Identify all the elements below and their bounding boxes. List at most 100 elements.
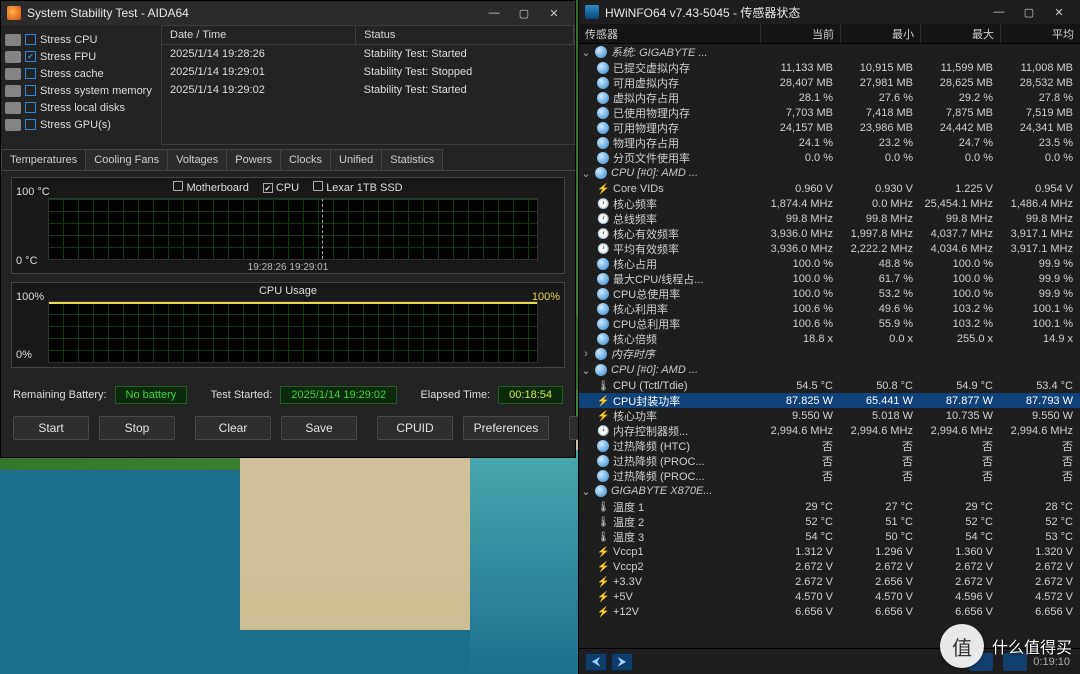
sensor-group[interactable]: ⌄ CPU [#0]: AMD ... [579,165,1080,181]
sensor-row[interactable]: 虚拟内存占用 28.1 % 27.6 % 29.2 % 27.8 % [579,90,1080,105]
checkbox[interactable] [25,51,36,62]
sensor-row[interactable]: 温度 2 52 °C 51 °C 52 °C 52 °C [579,514,1080,529]
caret-down-icon[interactable]: ⌄ [581,485,591,498]
checkbox[interactable] [263,183,273,193]
minimize-button[interactable]: — [479,3,509,23]
hw-col-avg[interactable]: 平均 [1001,24,1080,43]
hw-col-min[interactable]: 最小 [841,24,921,43]
sensor-row[interactable]: 核心利用率 100.6 % 49.6 % 103.2 % 100.1 % [579,301,1080,316]
log-col-datetime[interactable]: Date / Time [162,26,356,45]
maximize-button[interactable]: ▢ [509,3,539,23]
stop-button[interactable]: Stop [99,416,175,440]
checkbox[interactable] [313,181,323,191]
log-row[interactable]: 2025/1/14 19:29:01 Stability Test: Stopp… [162,63,574,81]
checkbox[interactable] [25,85,36,96]
save-button[interactable]: Save [281,416,357,440]
legend-item[interactable]: CPU [263,182,299,194]
caret-down-icon[interactable]: ⌄ [581,167,591,180]
sensor-row[interactable]: 核心倍频 18.8 x 0.0 x 255.0 x 14.9 x [579,331,1080,346]
hw-close-window-button[interactable]: ✕ [1044,2,1074,22]
tab-voltages[interactable]: Voltages [167,149,227,170]
tab-statistics[interactable]: Statistics [381,149,443,170]
legend-item[interactable]: Motherboard [173,181,248,194]
log-col-status[interactable]: Status [356,26,574,45]
sensor-row[interactable]: 内存控制器频... 2,994.6 MHz 2,994.6 MHz 2,994.… [579,423,1080,438]
cpuid-button[interactable]: CPUID [377,416,453,440]
hw-titlebar[interactable]: HWiNFO64 v7.43-5045 - 传感器状态 — ▢ ✕ [579,0,1080,24]
sensor-group[interactable]: › 内存时序 [579,346,1080,362]
sensor-row[interactable]: 过热降频 (PROC... 否 否 否 否 [579,468,1080,483]
sensor-row[interactable]: 可用物理内存 24,157 MB 23,986 MB 24,442 MB 24,… [579,120,1080,135]
caret-down-icon[interactable]: ⌄ [581,46,591,59]
sensor-current: 99.8 MHz [761,213,841,225]
sensor-row[interactable]: +5V 4.570 V 4.570 V 4.596 V 4.572 V [579,589,1080,604]
legend-item[interactable]: Lexar 1TB SSD [313,181,402,194]
clear-button[interactable]: Clear [195,416,271,440]
aida-titlebar[interactable]: System Stability Test - AIDA64 — ▢ ✕ [1,1,575,25]
sensor-row[interactable]: CPU总利用率 100.6 % 55.9 % 103.2 % 100.1 % [579,316,1080,331]
nav-prev-icon[interactable]: ⮜ [585,653,607,671]
checkbox[interactable] [25,68,36,79]
stress-option[interactable]: Stress cache [5,65,157,82]
stress-option[interactable]: Stress CPU [5,31,157,48]
sensor-row[interactable]: +12V 6.656 V 6.656 V 6.656 V 6.656 V [579,604,1080,619]
stress-option[interactable]: Stress local disks [5,99,157,116]
log-row[interactable]: 2025/1/14 19:29:02 Stability Test: Start… [162,81,574,99]
sensor-row[interactable]: Core VIDs 0.960 V 0.930 V 1.225 V 0.954 … [579,181,1080,196]
sensor-row[interactable]: Vccp1 1.312 V 1.296 V 1.360 V 1.320 V [579,544,1080,559]
sensor-row[interactable]: 可用虚拟内存 28,407 MB 27,981 MB 28,625 MB 28,… [579,75,1080,90]
close-window-button[interactable]: ✕ [539,3,569,23]
start-button[interactable]: Start [13,416,89,440]
tab-cooling-fans[interactable]: Cooling Fans [85,149,168,170]
caret-right-icon[interactable]: › [581,348,591,360]
sensor-row[interactable]: 平均有效频率 3,936.0 MHz 2,222.2 MHz 4,034.6 M… [579,241,1080,256]
checkbox[interactable] [25,34,36,45]
sensor-row[interactable]: 过热降频 (HTC) 否 否 否 否 [579,438,1080,453]
hw-maximize-button[interactable]: ▢ [1014,2,1044,22]
sensor-row[interactable]: Vccp2 2.672 V 2.672 V 2.672 V 2.672 V [579,559,1080,574]
sensor-row[interactable]: +3.3V 2.672 V 2.656 V 2.672 V 2.672 V [579,574,1080,589]
hw-col-name[interactable]: 传感器 [579,24,761,43]
checkbox[interactable] [173,181,183,191]
hw-sensor-tree[interactable]: ⌄ 系统: GIGABYTE ... 已提交虚拟内存 11,133 MB 10,… [579,44,1080,648]
sensor-row[interactable]: 总线频率 99.8 MHz 99.8 MHz 99.8 MHz 99.8 MHz [579,211,1080,226]
nav-next-icon[interactable]: ⮞ [611,653,633,671]
sensor-row[interactable]: 核心功率 9.550 W 5.018 W 10.735 W 9.550 W [579,408,1080,423]
stress-option[interactable]: Stress system memory [5,82,157,99]
checkbox[interactable] [25,119,36,130]
sensor-current: 2,994.6 MHz [761,425,841,437]
hw-minimize-button[interactable]: — [984,2,1014,22]
sensor-row[interactable]: CPU (Tctl/Tdie) 54.5 °C 50.8 °C 54.9 °C … [579,378,1080,393]
sensor-row[interactable]: 核心有效频率 3,936.0 MHz 1,997.8 MHz 4,037.7 M… [579,226,1080,241]
stress-option[interactable]: Stress GPU(s) [5,116,157,133]
sensor-row[interactable]: 最大CPU/线程占... 100.0 % 61.7 % 100.0 % 99.9… [579,271,1080,286]
sensor-group[interactable]: ⌄ CPU [#0]: AMD ... [579,362,1080,378]
sensor-group[interactable]: ⌄ GIGABYTE X870E... [579,483,1080,499]
stress-option[interactable]: Stress FPU [5,48,157,65]
sensor-row[interactable]: CPU总使用率 100.0 % 53.2 % 100.0 % 99.9 % [579,286,1080,301]
sensor-row[interactable]: 温度 3 54 °C 50 °C 54 °C 53 °C [579,529,1080,544]
tab-unified[interactable]: Unified [330,149,382,170]
sensor-group[interactable]: ⌄ 系统: GIGABYTE ... [579,44,1080,60]
tab-clocks[interactable]: Clocks [280,149,331,170]
sensor-row[interactable]: 物理内存占用 24.1 % 23.2 % 24.7 % 23.5 % [579,135,1080,150]
tab-powers[interactable]: Powers [226,149,281,170]
preferences-button[interactable]: Preferences [463,416,549,440]
hw-column-headers[interactable]: 传感器 当前 最小 最大 平均 [579,24,1080,44]
sensor-row[interactable]: 分页文件使用率 0.0 % 0.0 % 0.0 % 0.0 % [579,150,1080,165]
sensor-row[interactable]: CPU封装功率 87.825 W 65.441 W 87.877 W 87.79… [579,393,1080,408]
sensor-row[interactable]: 已提交虚拟内存 11,133 MB 10,915 MB 11,599 MB 11… [579,60,1080,75]
sensor-row[interactable]: 核心占用 100.0 % 48.8 % 100.0 % 99.9 % [579,256,1080,271]
sensor-max: 4,037.7 MHz [921,228,1001,240]
log-row[interactable]: 2025/1/14 19:28:26 Stability Test: Start… [162,45,574,64]
event-log[interactable]: Date / Time Status 2025/1/14 19:28:26 St… [161,25,575,145]
hw-col-max[interactable]: 最大 [921,24,1001,43]
checkbox[interactable] [25,102,36,113]
sensor-row[interactable]: 温度 1 29 °C 27 °C 29 °C 28 °C [579,499,1080,514]
sensor-row[interactable]: 已使用物理内存 7,703 MB 7,418 MB 7,875 MB 7,519… [579,105,1080,120]
hw-col-cur[interactable]: 当前 [761,24,841,43]
tab-temperatures[interactable]: Temperatures [1,149,86,170]
sensor-row[interactable]: 核心频率 1,874.4 MHz 0.0 MHz 25,454.1 MHz 1,… [579,196,1080,211]
sensor-row[interactable]: 过热降频 (PROC... 否 否 否 否 [579,453,1080,468]
caret-down-icon[interactable]: ⌄ [581,364,591,377]
